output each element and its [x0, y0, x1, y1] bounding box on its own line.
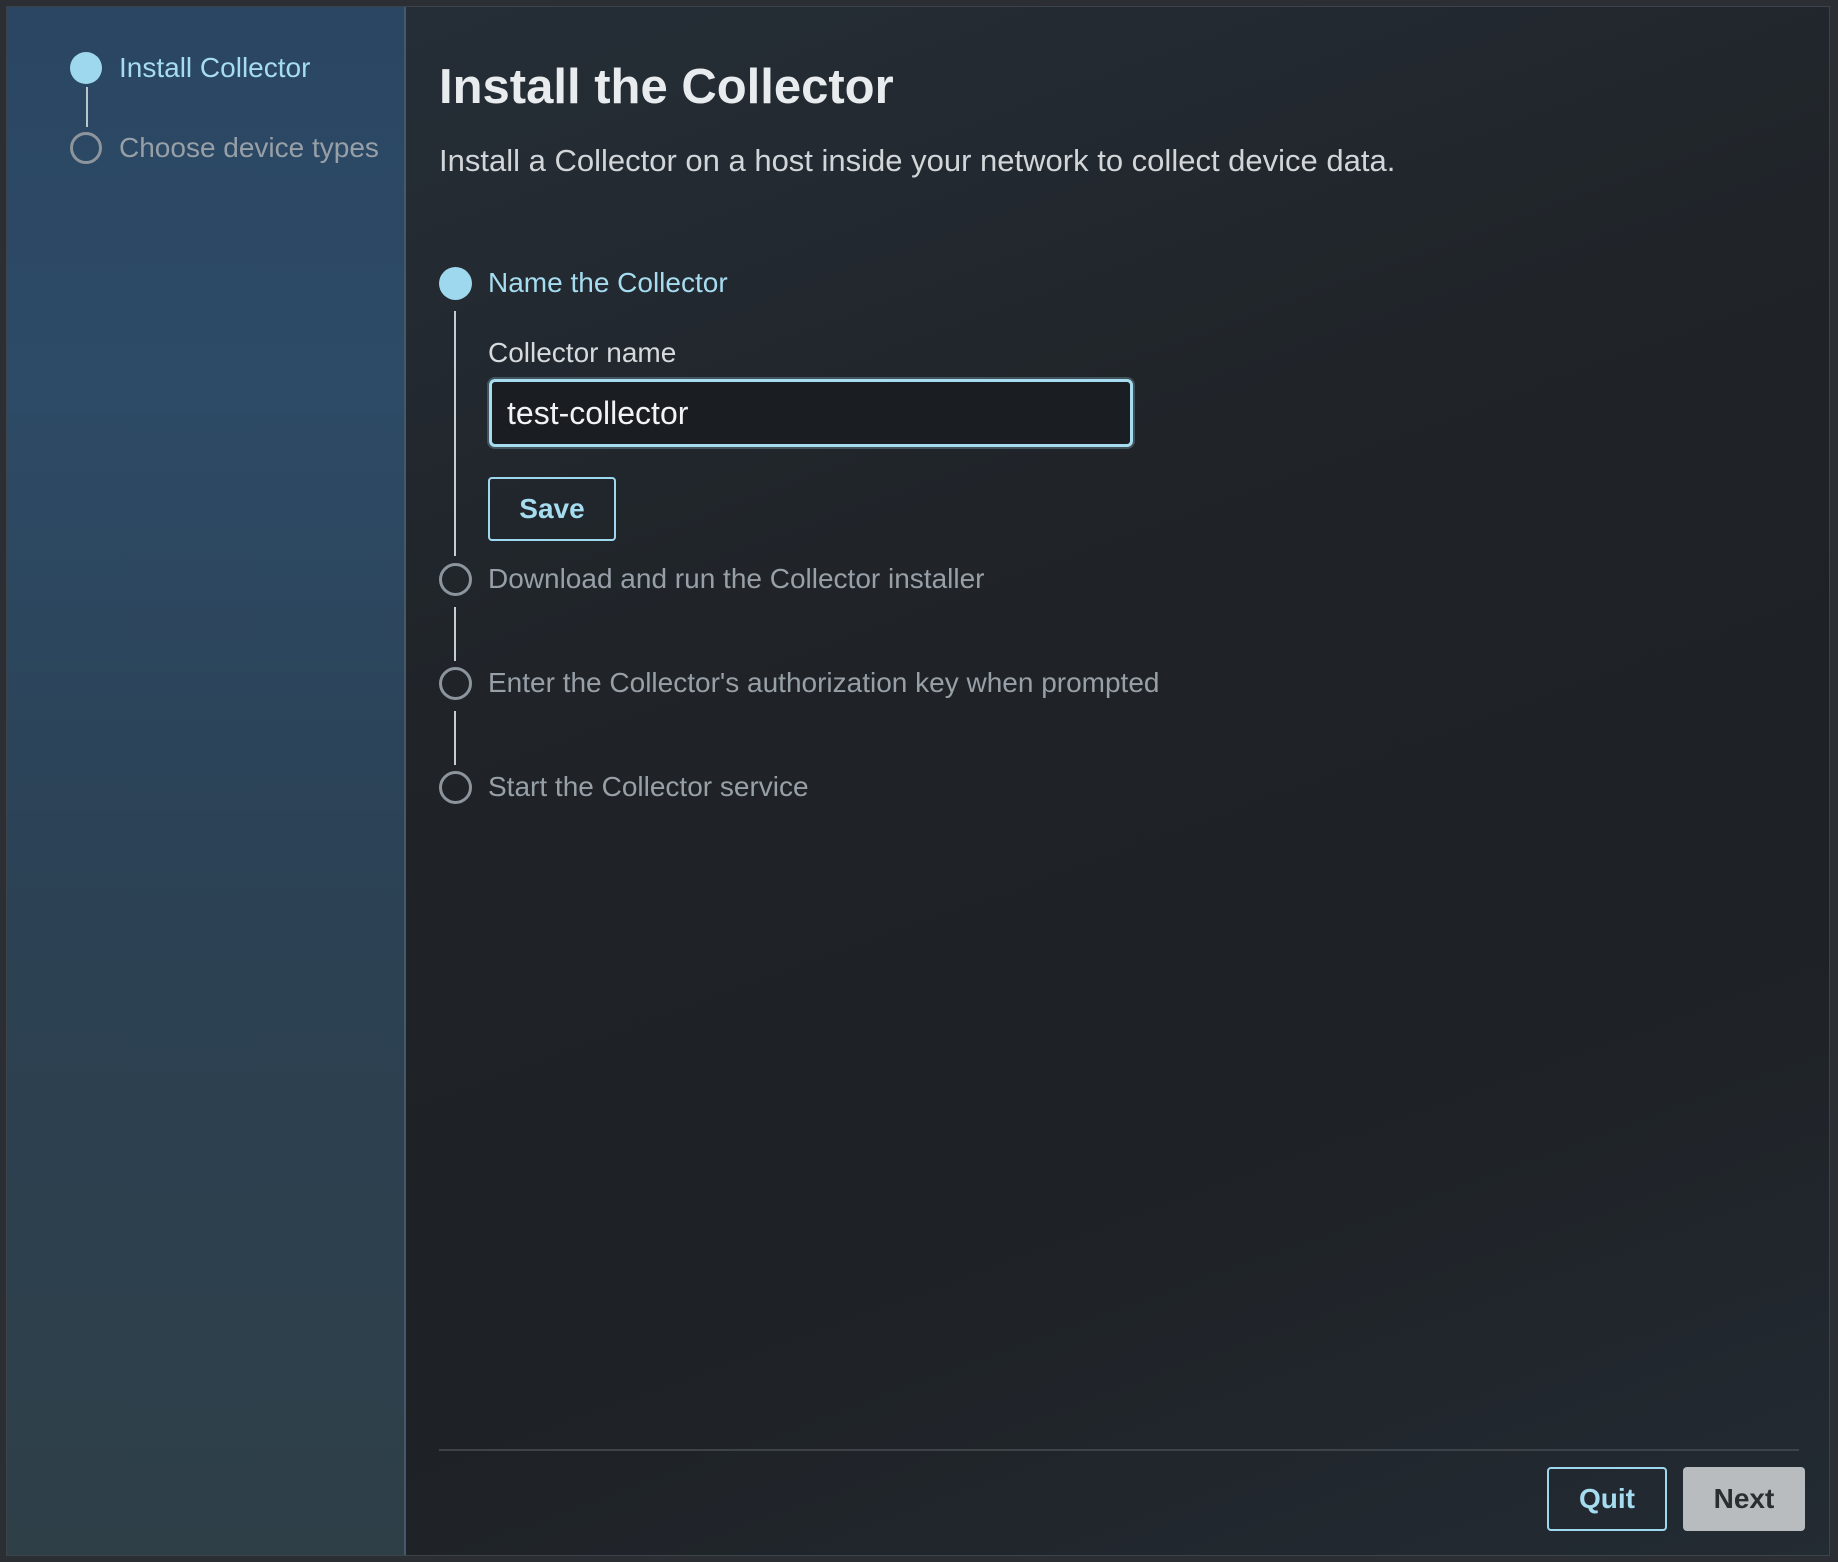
substep-start-service: Start the Collector service — [439, 770, 809, 804]
nav-step-connector — [86, 87, 88, 127]
quit-button[interactable]: Quit — [1547, 1467, 1667, 1531]
substep-label: Download and run the Collector installer — [488, 563, 985, 594]
nav-step-install-collector[interactable]: Install Collector — [70, 51, 310, 85]
collector-name-input[interactable] — [489, 379, 1133, 447]
main-content: Install the Collector Install a Collecto… — [439, 7, 1829, 1555]
next-button[interactable]: Next — [1683, 1467, 1805, 1531]
substep-pending-indicator-icon — [439, 666, 472, 700]
substep-download-installer: Download and run the Collector installer — [439, 562, 985, 596]
substep-authorization-key: Enter the Collector's authorization key … — [439, 666, 1159, 700]
substep-label: Name the Collector — [488, 267, 728, 298]
substep-connector — [454, 607, 456, 661]
page-subtitle: Install a Collector on a host inside you… — [439, 143, 1396, 178]
substep-label: Start the Collector service — [488, 771, 809, 802]
substep-connector — [454, 711, 456, 765]
substep-pending-indicator-icon — [439, 562, 472, 596]
wizard-step-nav: Install Collector Choose device types — [7, 7, 406, 1555]
substep-active-indicator-icon — [439, 266, 472, 300]
substep-connector — [454, 311, 456, 556]
footer-divider — [439, 1449, 1799, 1451]
substep-pending-indicator-icon — [439, 770, 472, 804]
wizard-window: Install Collector Choose device types In… — [6, 6, 1830, 1556]
nav-step-choose-device-types[interactable]: Choose device types — [70, 131, 379, 165]
save-button[interactable]: Save — [488, 477, 616, 541]
step-pending-indicator-icon — [70, 132, 102, 164]
step-active-indicator-icon — [70, 52, 102, 84]
substep-label: Enter the Collector's authorization key … — [488, 667, 1160, 698]
substep-name-collector: Name the Collector — [439, 266, 728, 300]
collector-name-label: Collector name — [488, 337, 677, 368]
nav-step-label: Install Collector — [119, 52, 311, 83]
page-title: Install the Collector — [439, 60, 894, 114]
nav-step-label: Choose device types — [119, 132, 379, 163]
